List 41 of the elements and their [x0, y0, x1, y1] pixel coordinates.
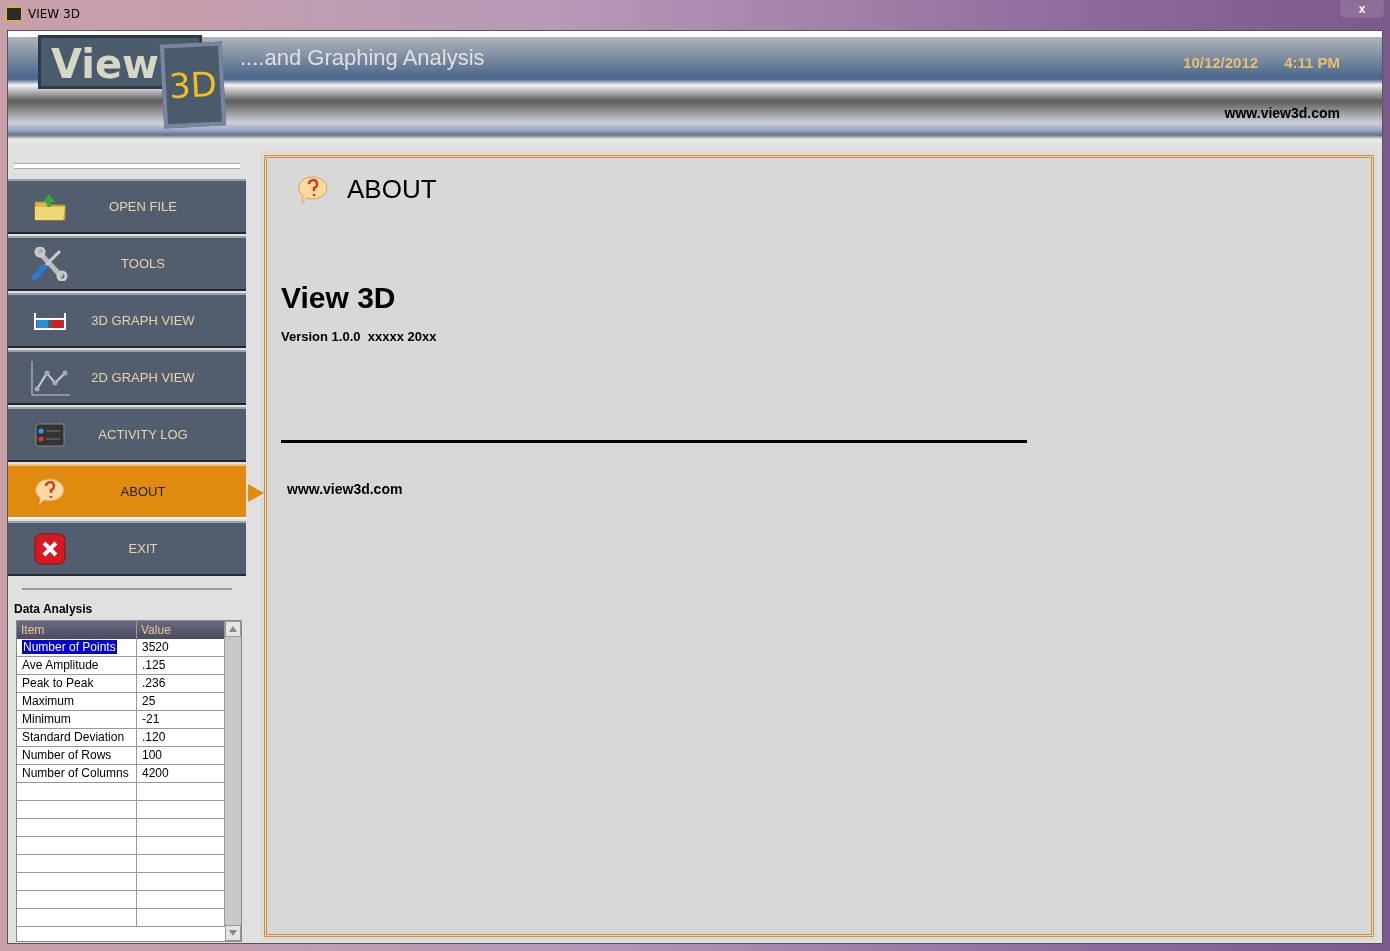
- nav-button[interactable]: ABOUT: [8, 464, 246, 519]
- column-header: Value: [137, 621, 225, 639]
- time: 4:11 PM: [1284, 54, 1340, 71]
- help-bubble-icon: [297, 174, 329, 205]
- section-title: Data Analysis: [13, 602, 94, 616]
- table-cell[interactable]: Number of Rows: [22, 748, 112, 762]
- nav-button[interactable]: TOOLS: [8, 236, 246, 291]
- logo-badge: 3D: [159, 41, 227, 129]
- nav-button[interactable]: OPEN FILE: [8, 179, 246, 234]
- column-header: Item: [17, 621, 137, 639]
- line-chart-icon: [29, 358, 71, 397]
- product-name: View 3D: [281, 281, 397, 315]
- window-title: VIEW 3D: [28, 7, 80, 21]
- close-button[interactable]: x: [1340, 0, 1384, 18]
- nav-button[interactable]: 3D GRAPH VIEW: [8, 293, 246, 348]
- website-text: www.view3d.com: [287, 481, 404, 497]
- nav-button[interactable]: ACTIVITY LOG: [8, 407, 246, 462]
- table-cell[interactable]: Number of Columns: [22, 766, 129, 780]
- table-cell[interactable]: Minimum: [22, 712, 71, 726]
- help-bubble-icon: [34, 476, 66, 507]
- app-icon: [6, 7, 22, 21]
- table-cell[interactable]: Standard Deviation: [22, 730, 125, 744]
- table-cell[interactable]: Peak to Peak: [22, 676, 94, 690]
- version-text: Version 1.0.0 xxxxx 20xx: [281, 329, 438, 344]
- table-cell[interactable]: Maximum: [22, 694, 74, 708]
- scroll-down-icon: [229, 930, 237, 936]
- date: 10/12/2012: [1183, 54, 1259, 71]
- panel-heading: ABOUT: [347, 174, 437, 205]
- nav-button[interactable]: 2D GRAPH VIEW: [8, 350, 246, 405]
- website-text: www.view3d.com: [1224, 105, 1340, 121]
- pointer-icon: [248, 484, 264, 502]
- table-cell[interactable]: Ave Amplitude: [22, 658, 99, 672]
- scrollbar[interactable]: [225, 621, 241, 941]
- tagline: ....and Graphing Analysis: [240, 45, 485, 71]
- scroll-up-icon: [229, 626, 237, 632]
- table-cell[interactable]: Number of Points: [22, 640, 117, 654]
- 3d-glasses-icon: [34, 310, 66, 331]
- tools-icon: [32, 246, 68, 281]
- log-window-icon: [35, 422, 65, 447]
- close-icon: [34, 532, 66, 565]
- nav-button[interactable]: EXIT: [8, 521, 246, 576]
